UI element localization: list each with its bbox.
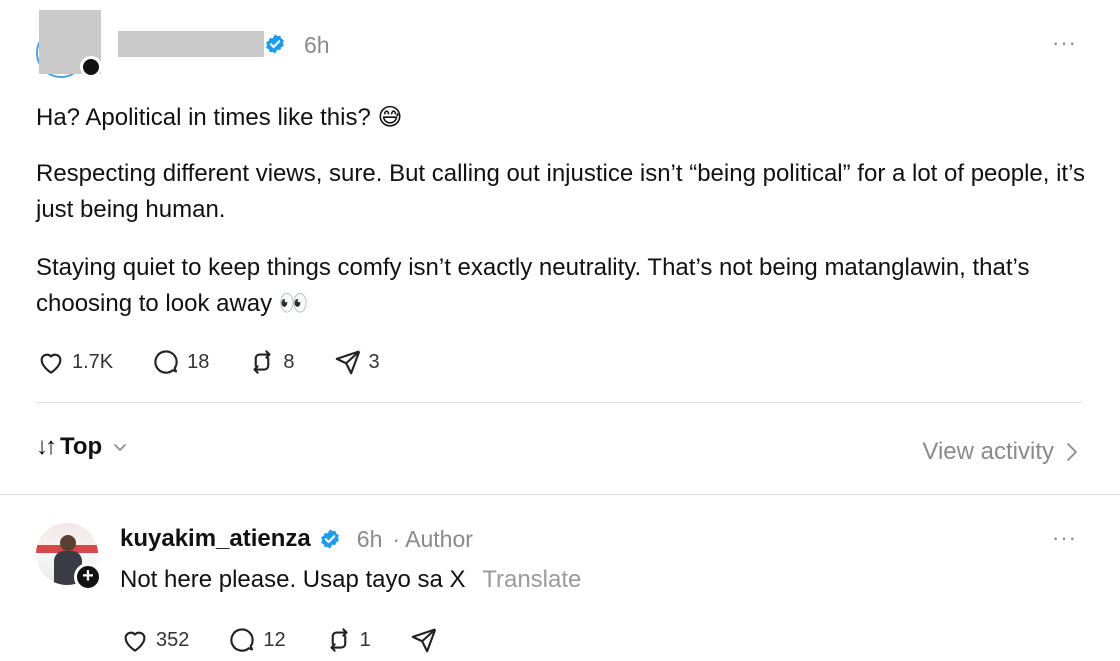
view-activity-label: View activity <box>922 438 1054 465</box>
verified-badge-icon <box>266 34 284 54</box>
follow-badge[interactable] <box>80 56 102 78</box>
reply-like-count: 352 <box>156 628 190 651</box>
reply-header: kuyakim_atienza 6h · Author <box>120 525 473 553</box>
sort-label: Top <box>60 433 103 460</box>
heart-icon <box>40 353 62 374</box>
post-actions: 1.7K 18 8 3 <box>36 347 418 377</box>
reply-like-button[interactable]: 352 <box>120 625 189 655</box>
post-avatar[interactable] <box>36 10 102 78</box>
reply-share-button[interactable] <box>409 625 445 655</box>
reply-text: Not here please. Usap tayo sa X <box>120 566 466 593</box>
repost-button[interactable]: 8 <box>247 347 295 377</box>
comment-icon <box>154 350 178 374</box>
share-button[interactable]: 3 <box>333 347 380 377</box>
author-badge: · Author <box>392 525 473 552</box>
share-count: 3 <box>368 350 380 373</box>
comment-button[interactable]: 18 <box>151 347 209 377</box>
sort-arrows-icon: ↓↑ <box>36 433 57 460</box>
translate-link[interactable]: Translate <box>482 566 581 593</box>
post-paragraph-2: Respecting different views, sure. But ca… <box>36 160 1085 223</box>
like-count: 1.7K <box>72 350 114 373</box>
post-body: Ha? Apolitical in times like this? 😅 <box>36 100 1086 136</box>
post-paragraph-3: Staying quiet to keep things comfy isn’t… <box>36 254 1030 317</box>
post-timestamp: 6h <box>304 32 330 58</box>
section-divider <box>0 494 1120 495</box>
chevron-down-icon <box>114 444 127 451</box>
post-paragraph-1: Ha? Apolitical in times like this? 😅 <box>36 104 403 131</box>
divider <box>36 402 1082 403</box>
comment-count: 18 <box>187 350 210 373</box>
chevron-right-icon <box>1067 443 1077 461</box>
redacted-username[interactable] <box>118 31 264 57</box>
repost-icon <box>253 350 271 374</box>
post-body-2: Respecting different views, sure. But ca… <box>36 156 1086 228</box>
send-icon <box>335 350 360 375</box>
send-icon <box>411 628 436 653</box>
repost-icon <box>330 628 348 652</box>
reply-comment-count: 12 <box>263 628 286 651</box>
repost-count: 8 <box>283 350 295 373</box>
follow-plus-icon[interactable]: + <box>74 563 102 591</box>
reply-username[interactable]: kuyakim_atienza <box>120 525 311 553</box>
heart-icon <box>124 631 146 652</box>
reply-more-options-icon[interactable]: ··· <box>1052 525 1077 551</box>
view-activity-link[interactable]: View activity <box>922 438 1078 466</box>
reply-repost-count: 1 <box>359 628 371 651</box>
verified-badge-icon <box>320 529 339 549</box>
like-button[interactable]: 1.7K <box>36 347 113 377</box>
reply-comment-button[interactable]: 12 <box>227 625 286 655</box>
comment-icon <box>230 628 255 652</box>
reply-actions: 352 12 1 <box>120 625 483 655</box>
post-more-options-icon[interactable]: ··· <box>1052 30 1077 56</box>
reply-body: Not here please. Usap tayo sa X Translat… <box>120 566 581 594</box>
sort-dropdown[interactable]: ↓↑ Top <box>36 433 128 461</box>
post-body-3: Staying quiet to keep things comfy isn’t… <box>36 250 1086 322</box>
reply-timestamp: 6h <box>356 525 383 552</box>
reply-repost-button[interactable]: 1 <box>324 625 371 655</box>
